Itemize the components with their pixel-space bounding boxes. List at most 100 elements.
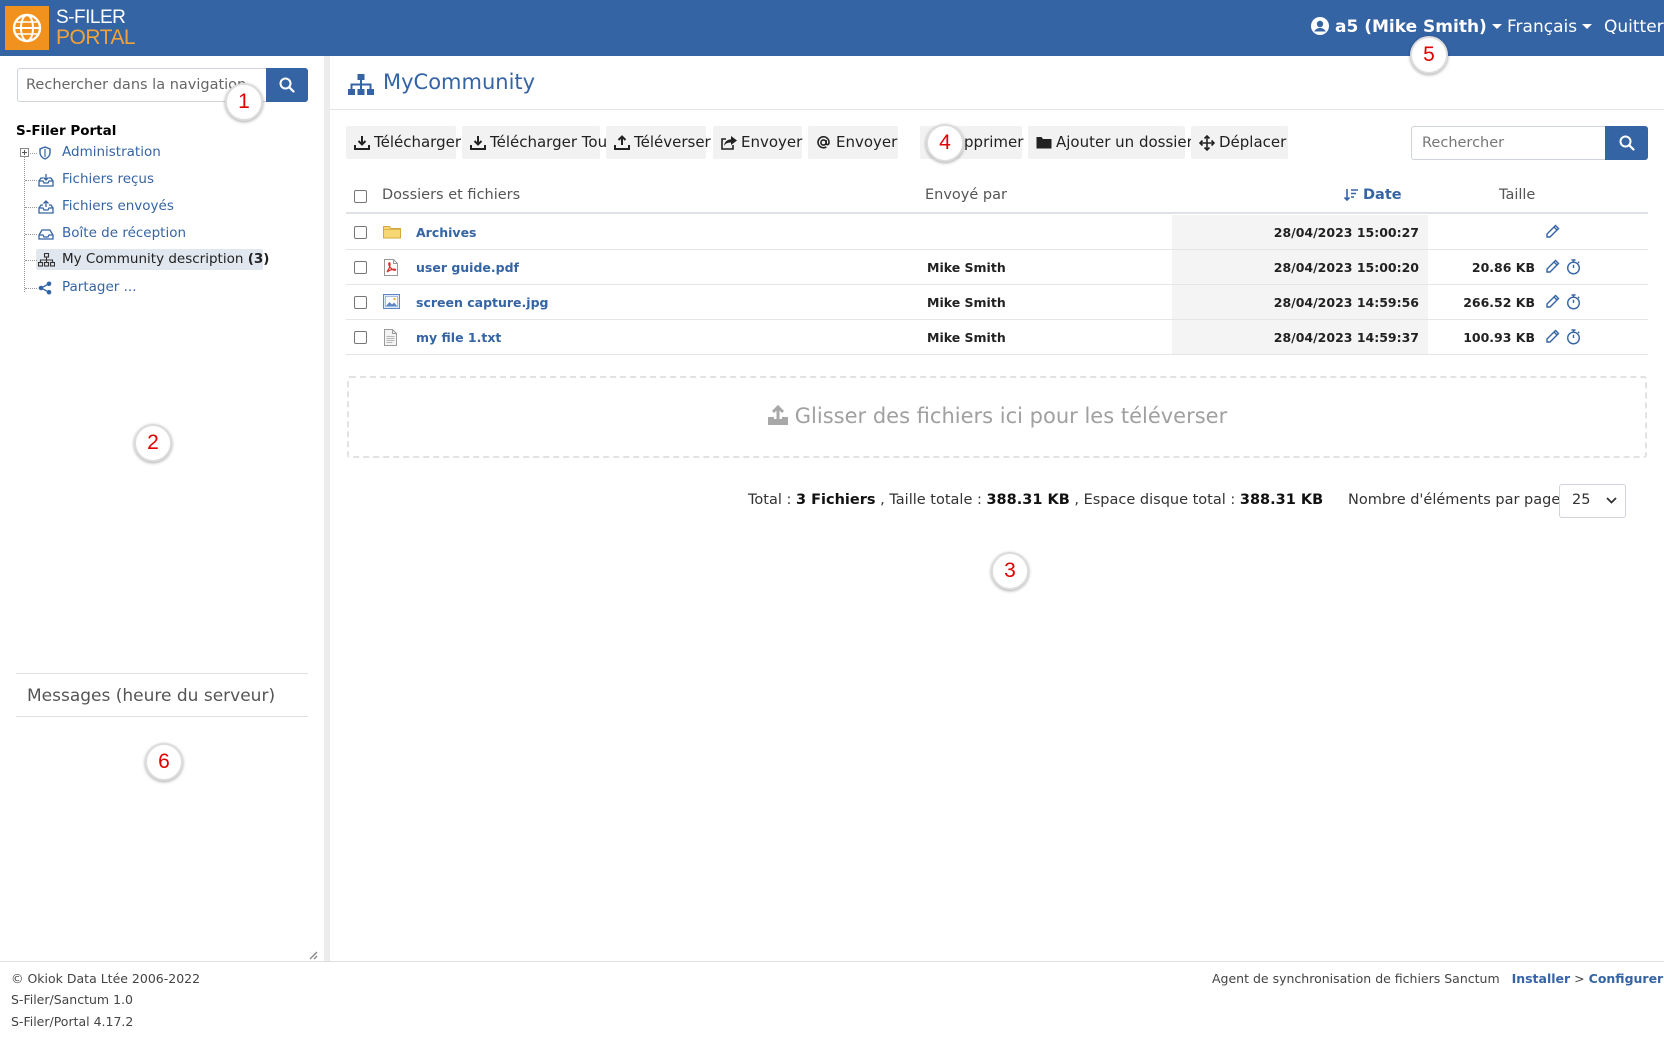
- sitemap-icon: [347, 73, 375, 101]
- file-sender: Mike Smith: [927, 295, 1006, 310]
- send-button[interactable]: Envoyer: [713, 126, 802, 159]
- add-folder-button[interactable]: Ajouter un dossier: [1028, 126, 1193, 159]
- language-label: Français: [1507, 17, 1578, 37]
- user-name: a5 (Mike Smith): [1335, 17, 1487, 37]
- share-icon: [38, 281, 52, 299]
- share-square-icon: [721, 136, 737, 150]
- edit-pencil-icon[interactable]: [1545, 224, 1560, 242]
- column-header-size[interactable]: Taille: [1499, 187, 1535, 203]
- tree-guide-line: [24, 152, 25, 292]
- stopwatch-icon[interactable]: [1566, 329, 1581, 348]
- brand-line-2: PORTAL: [56, 26, 136, 49]
- file-name-link[interactable]: user guide.pdf: [416, 260, 519, 275]
- image-file-icon: [383, 294, 400, 312]
- file-search-input[interactable]: [1411, 126, 1606, 160]
- file-size: 266.52 KB: [1463, 295, 1535, 310]
- navigation-search-button[interactable]: [266, 68, 308, 102]
- file-sender: Mike Smith: [927, 330, 1006, 345]
- table-row[interactable]: my file 1.txt Mike Smith 28/04/2023 14:5…: [346, 320, 1648, 355]
- language-menu[interactable]: Français: [1507, 17, 1593, 37]
- sort-descending-icon: [1343, 189, 1358, 202]
- column-header-name[interactable]: Dossiers et fichiers: [382, 187, 520, 203]
- file-size: 20.86 KB: [1471, 260, 1535, 275]
- user-menu[interactable]: a5 (Mike Smith): [1311, 17, 1502, 40]
- sync-agent-links: Agent de synchronisation de fichiers San…: [1212, 971, 1663, 986]
- file-date: 28/04/2023 15:00:20: [1273, 260, 1419, 275]
- table-header: Dossiers et fichiers Envoyé par Date Tai…: [346, 178, 1648, 214]
- sidebar: S-Filer Portal Administration Fichiers r…: [0, 56, 324, 961]
- send-email-button[interactable]: Envoyer: [808, 126, 898, 159]
- user-circle-icon: [1311, 17, 1329, 40]
- version-sanctum: S-Filer/Sanctum 1.0: [11, 992, 133, 1007]
- file-name-link[interactable]: Archives: [416, 225, 477, 240]
- outbox-upload-icon: [38, 200, 54, 218]
- items-per-page-select[interactable]: 25: [1559, 484, 1626, 518]
- text-file-icon: [383, 329, 398, 349]
- edit-pencil-icon[interactable]: [1545, 294, 1560, 312]
- edit-pencil-icon[interactable]: [1545, 259, 1560, 277]
- download-icon: [354, 136, 370, 150]
- expand-icon[interactable]: [20, 148, 29, 157]
- upload-dropzone[interactable]: Glisser des fichiers ici pour les téléve…: [347, 376, 1647, 458]
- pdf-file-icon: [383, 259, 399, 279]
- search-icon: [279, 77, 295, 93]
- messages-panel-title: Messages (heure du serveur): [16, 673, 308, 717]
- sidebar-item-label: Fichiers envoyés: [62, 198, 174, 214]
- folder-icon: [1036, 137, 1052, 149]
- stopwatch-icon[interactable]: [1566, 259, 1581, 278]
- stopwatch-icon[interactable]: [1566, 294, 1581, 313]
- move-button[interactable]: Déplacer: [1191, 126, 1288, 159]
- file-name-link[interactable]: screen capture.jpg: [416, 295, 548, 310]
- row-checkbox[interactable]: [354, 331, 367, 344]
- row-checkbox[interactable]: [354, 296, 367, 309]
- sidebar-item-label: Fichiers reçus: [62, 171, 155, 187]
- resize-grip-icon[interactable]: [308, 945, 318, 960]
- callout-badge: 1: [225, 83, 263, 121]
- callout-badge: 4: [926, 124, 964, 162]
- file-date: 28/04/2023 14:59:56: [1273, 295, 1419, 310]
- chevron-down-icon: [1491, 24, 1502, 29]
- edit-pencil-icon[interactable]: [1545, 329, 1560, 347]
- file-size: 100.93 KB: [1463, 330, 1535, 345]
- main-header: MyCommunity: [330, 56, 1664, 110]
- at-sign-icon: [817, 136, 830, 149]
- select-all-checkbox[interactable]: [354, 190, 367, 203]
- brand[interactable]: S-FILER PORTAL: [56, 8, 136, 49]
- version-portal: S-Filer/Portal 4.17.2: [11, 1014, 134, 1029]
- move-arrows-icon: [1199, 135, 1215, 151]
- download-button[interactable]: Télécharger: [346, 126, 461, 159]
- row-checkbox[interactable]: [354, 261, 367, 274]
- table-row[interactable]: user guide.pdf Mike Smith 28/04/2023 15:…: [346, 250, 1648, 285]
- configure-link[interactable]: Configurer: [1589, 971, 1664, 986]
- main-panel: MyCommunity Télécharger Télécharger Tout…: [330, 56, 1664, 961]
- tree-root[interactable]: S-Filer Portal: [16, 123, 116, 139]
- install-link[interactable]: Installer: [1512, 971, 1571, 986]
- sync-agent-label: Agent de synchronisation de fichiers San…: [1212, 971, 1500, 986]
- table-row[interactable]: screen capture.jpg Mike Smith 28/04/2023…: [346, 285, 1648, 320]
- sitemap-icon: [37, 252, 56, 271]
- file-date: 28/04/2023 14:59:37: [1273, 330, 1419, 345]
- item-count: (3): [247, 251, 270, 267]
- table-row[interactable]: Archives 28/04/2023 15:00:27: [346, 215, 1648, 250]
- breadcrumb-separator: >: [1574, 971, 1585, 986]
- upload-button[interactable]: Téléverser: [606, 126, 711, 159]
- globe-logo-icon[interactable]: [5, 6, 49, 50]
- total-files: 3 Fichiers: [795, 492, 876, 508]
- file-date: 28/04/2023 15:00:27: [1273, 225, 1419, 240]
- file-search-button[interactable]: [1605, 126, 1648, 160]
- download-all-button[interactable]: Télécharger Tout: [462, 126, 613, 159]
- footer: © Okiok Data Ltée 2006-2022 S-Filer/Sanc…: [0, 961, 1664, 1054]
- quit-link[interactable]: Quitter: [1604, 17, 1664, 37]
- column-header-sender[interactable]: Envoyé par: [925, 187, 1007, 203]
- file-name-link[interactable]: my file 1.txt: [416, 330, 501, 345]
- row-checkbox[interactable]: [354, 226, 367, 239]
- inbox-download-icon: [38, 173, 54, 191]
- chevron-down-icon: [1582, 24, 1593, 29]
- sidebar-item-label: Boîte de réception: [62, 225, 187, 241]
- page-title: MyCommunity: [383, 70, 536, 94]
- file-sender: Mike Smith: [927, 260, 1006, 275]
- callout-badge: 2: [134, 424, 172, 462]
- upload-icon: [614, 135, 630, 150]
- column-header-date[interactable]: Date: [1343, 187, 1402, 203]
- folder-icon: [383, 224, 401, 242]
